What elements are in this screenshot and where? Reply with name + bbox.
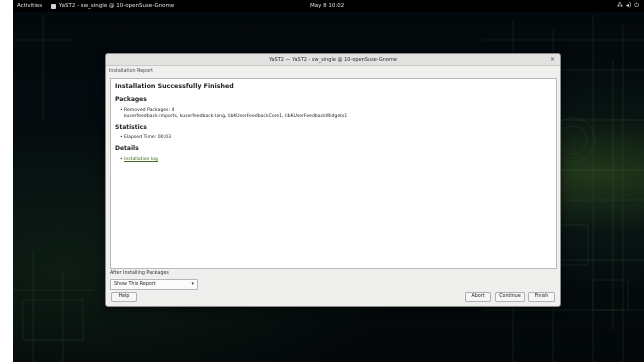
packages-heading: Packages bbox=[115, 96, 147, 103]
after-installing-value: Show This Report bbox=[114, 282, 156, 287]
report-panel: Installation Successfully Finished Packa… bbox=[110, 78, 557, 269]
clock[interactable]: May 8 10:02 bbox=[310, 3, 344, 9]
installation-log-item: Installation log bbox=[120, 157, 158, 162]
volume-icon: ◂) bbox=[625, 2, 632, 9]
removed-packages-list: kuserfeedback-imports, kuserfeedback-lan… bbox=[124, 114, 348, 119]
chevron-down-icon: ▾ bbox=[191, 281, 194, 287]
dialog-titlebar[interactable]: YaST2 — YaST2 - sw_single @ 10-openSuse-… bbox=[106, 54, 560, 66]
statistics-heading: Statistics bbox=[115, 124, 147, 131]
top-bar: Activities YaST2 - sw_single @ 10-openSu… bbox=[13, 0, 644, 12]
continue-button[interactable]: Continue bbox=[495, 292, 525, 302]
yast-app-icon bbox=[51, 3, 56, 9]
close-icon[interactable]: × bbox=[550, 56, 555, 63]
network-icon: ⁂ bbox=[616, 2, 623, 9]
activities-button[interactable]: Activities bbox=[17, 3, 42, 9]
system-tray[interactable]: ⁂ ◂) ⏻ bbox=[617, 2, 639, 10]
left-edge-strip bbox=[0, 0, 14, 362]
app-menu-label: YaST2 - sw_single @ 10-openSuse-Gnome bbox=[59, 3, 175, 9]
power-icon: ⏻ bbox=[634, 2, 639, 9]
details-heading: Details bbox=[115, 145, 139, 152]
installation-log-link[interactable]: Installation log bbox=[124, 157, 158, 162]
after-installing-label: After Installing Packages bbox=[110, 271, 169, 276]
report-heading: Installation Successfully Finished bbox=[115, 83, 234, 90]
after-installing-select[interactable]: Show This Report ▾ bbox=[110, 279, 198, 290]
app-menu[interactable]: YaST2 - sw_single @ 10-openSuse-Gnome bbox=[51, 3, 174, 9]
abort-button[interactable]: Abort bbox=[465, 292, 491, 302]
finish-button[interactable]: Finish bbox=[528, 292, 555, 302]
installation-report-label: Installation Report bbox=[109, 69, 153, 74]
elapsed-time: Elapsed Time: 00:03 bbox=[120, 135, 171, 140]
dialog-title: YaST2 — YaST2 - sw_single @ 10-openSuse-… bbox=[269, 57, 397, 63]
yast-installation-dialog: YaST2 — YaST2 - sw_single @ 10-openSuse-… bbox=[105, 53, 561, 307]
desktop-background: Activities YaST2 - sw_single @ 10-openSu… bbox=[13, 0, 644, 362]
help-button[interactable]: Help bbox=[111, 292, 137, 302]
removed-packages-count: Removed Packages: 4 bbox=[120, 108, 174, 113]
